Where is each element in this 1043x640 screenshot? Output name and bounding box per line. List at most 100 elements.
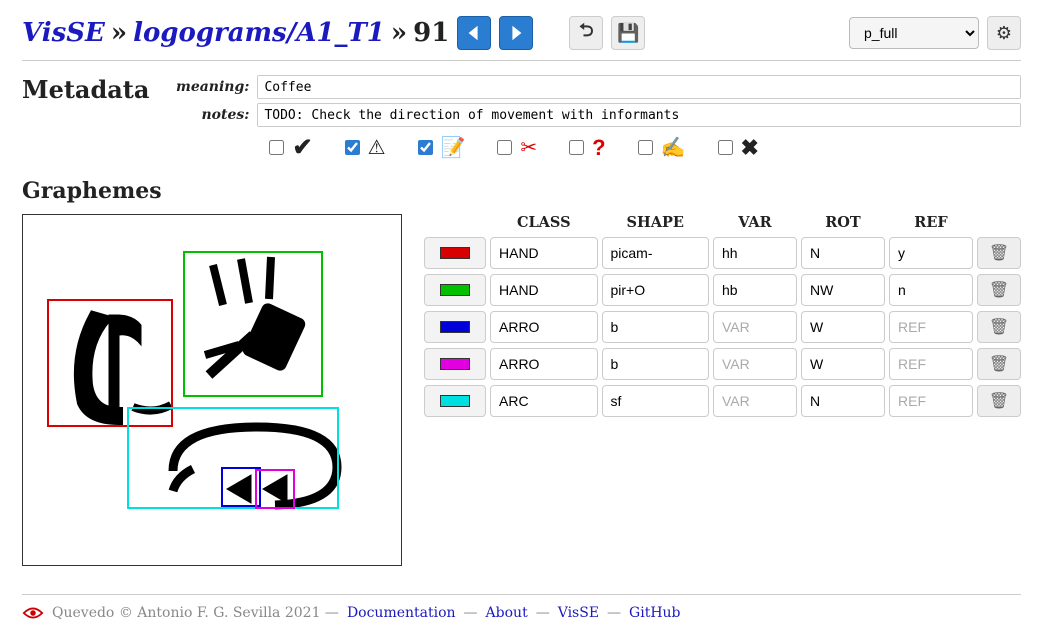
flag-edit[interactable]: 📝 [414,135,466,160]
flag-warn-checkbox[interactable] [345,140,360,155]
row-swatch[interactable] [424,311,486,343]
trash-icon: 🗑 [989,356,1009,373]
cell-rot[interactable] [801,348,885,380]
row-swatch[interactable] [424,348,486,380]
cell-rot[interactable] [801,311,885,343]
flag-write[interactable]: ✍ [634,135,686,160]
trash-icon: 🗑 [989,245,1009,262]
flag-cut-checkbox[interactable] [497,140,512,155]
footer-link-visse[interactable]: VisSE [558,605,599,621]
cell-ref[interactable] [889,385,973,417]
next-button[interactable] [499,16,533,50]
swatch-color [440,395,470,407]
swatch-color [440,321,470,333]
flag-done-icon: ✔ [292,133,312,162]
table-row: 🗑 [424,385,1021,417]
cell-shape[interactable] [602,311,710,343]
grapheme-table: CLASS SHAPE VAR ROT REF 🗑🗑🗑🗑🗑 [424,214,1021,422]
undo-icon: ⮌ [579,18,593,48]
notes-label: notes: [165,107,249,123]
cell-shape[interactable] [602,237,710,269]
metadata-title: Metadata [22,75,149,104]
cell-class[interactable] [490,385,598,417]
row-swatch[interactable] [424,237,486,269]
breadcrumb-dataset[interactable]: logograms/A1_T1 [133,18,385,48]
footer-link-about[interactable]: About [486,605,528,621]
cell-class[interactable] [490,237,598,269]
footer-link-doc[interactable]: Documentation [347,605,456,621]
flag-done[interactable]: ✔ [265,133,312,162]
gear-icon: ⚙ [996,23,1012,44]
footer-link-github[interactable]: GitHub [629,605,680,621]
flag-row: ✔ ⚠ 📝 ✂? ✍ ✖ [265,133,1021,162]
flag-edit-checkbox[interactable] [418,140,433,155]
canvas[interactable] [22,214,402,566]
divider [22,60,1021,61]
meaning-label: meaning: [165,79,249,95]
meaning-input[interactable] [257,75,1021,99]
flag-write-checkbox[interactable] [638,140,653,155]
trash-icon: 🗑 [989,319,1009,336]
header-bar: VisSE » logograms/A1_T1 » 91 ⮌ 💾 p_full … [22,16,1021,50]
breadcrumb-sep: » [391,18,407,48]
flag-reject[interactable]: ✖ [714,135,759,161]
col-ref: REF [889,214,973,231]
delete-row-button[interactable]: 🗑 [977,348,1021,380]
arrow-right-icon [507,24,525,42]
cell-var[interactable] [713,385,797,417]
revert-button[interactable]: ⮌ [569,16,603,50]
cell-var[interactable] [713,311,797,343]
col-var: VAR [713,214,797,231]
breadcrumb-sep: » [111,18,127,48]
row-swatch[interactable] [424,274,486,306]
row-swatch[interactable] [424,385,486,417]
settings-button[interactable]: ⚙ [987,16,1021,50]
cell-shape[interactable] [602,274,710,306]
cell-shape[interactable] [602,385,710,417]
cell-ref[interactable] [889,237,973,269]
table-row: 🗑 [424,311,1021,343]
prev-button[interactable] [457,16,491,50]
table-row: 🗑 [424,237,1021,269]
flag-cut[interactable]: ✂ [493,135,537,160]
swatch-color [440,247,470,259]
flag-help[interactable]: ? [565,135,605,161]
cell-var[interactable] [713,348,797,380]
cell-class[interactable] [490,311,598,343]
footer-credit: Quevedo © Antonio F. G. Sevilla 2021 — [52,605,339,621]
metadata-section: Metadata meaning: notes: ✔ ⚠ 📝 ✂? ✍ ✖ [22,75,1021,162]
notes-input[interactable] [257,103,1021,127]
flag-cut-icon: ✂ [520,135,537,160]
bbox[interactable] [183,251,323,397]
breadcrumb-app[interactable]: VisSE [22,18,105,48]
flag-reject-checkbox[interactable] [718,140,733,155]
cell-var[interactable] [713,237,797,269]
cell-ref[interactable] [889,311,973,343]
cell-rot[interactable] [801,274,885,306]
delete-row-button[interactable]: 🗑 [977,311,1021,343]
trash-icon: 🗑 [989,282,1009,299]
cell-ref[interactable] [889,348,973,380]
swatch-color [440,284,470,296]
cell-rot[interactable] [801,237,885,269]
view-select[interactable]: p_full [849,17,979,49]
swatch-color [440,358,470,370]
flag-warn[interactable]: ⚠ [341,135,386,160]
cell-rot[interactable] [801,385,885,417]
delete-row-button[interactable]: 🗑 [977,274,1021,306]
flag-help-checkbox[interactable] [569,140,584,155]
footer: Quevedo © Antonio F. G. Sevilla 2021 — D… [22,594,1021,621]
delete-row-button[interactable]: 🗑 [977,237,1021,269]
flag-help-icon: ? [592,135,605,161]
cell-class[interactable] [490,348,598,380]
delete-row-button[interactable]: 🗑 [977,385,1021,417]
cell-var[interactable] [713,274,797,306]
flag-warn-icon: ⚠ [368,135,386,160]
cell-class[interactable] [490,274,598,306]
cell-shape[interactable] [602,348,710,380]
save-button[interactable]: 💾 [611,16,645,50]
flag-done-checkbox[interactable] [269,140,284,155]
bbox[interactable] [255,469,295,509]
col-class: CLASS [490,214,598,231]
cell-ref[interactable] [889,274,973,306]
